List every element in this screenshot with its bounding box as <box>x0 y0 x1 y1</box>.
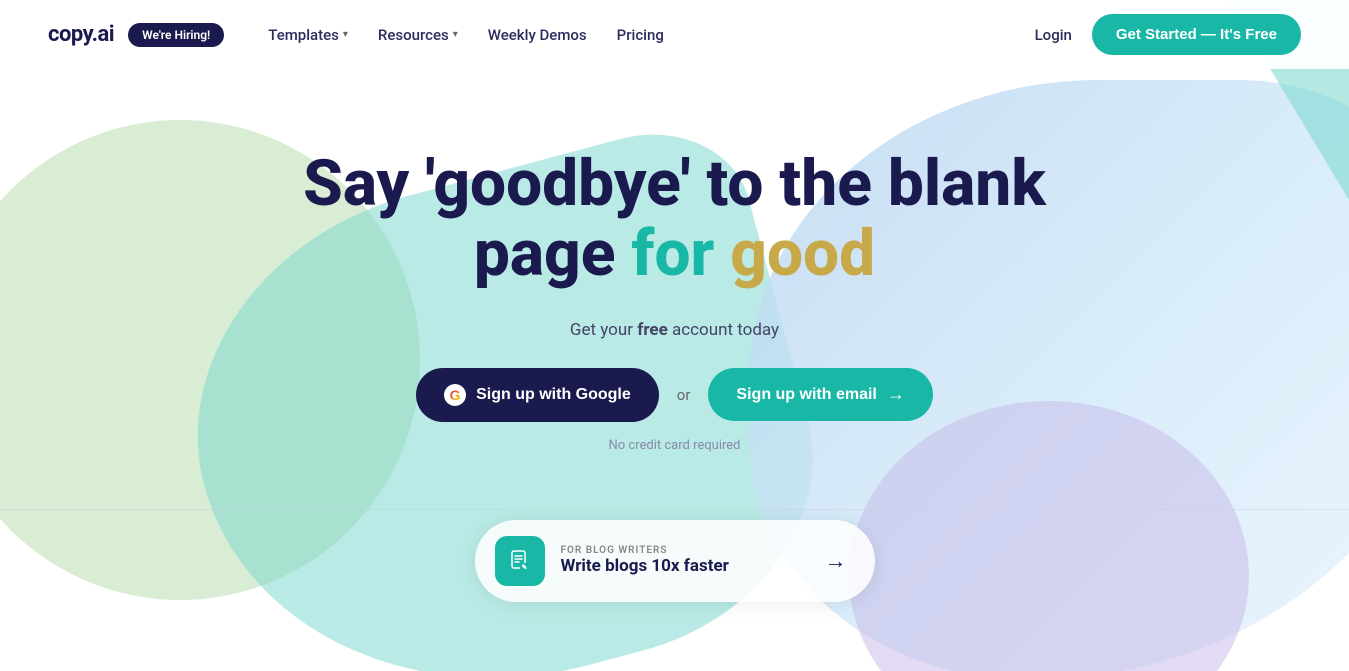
signup-email-button[interactable]: Sign up with email → <box>708 368 932 421</box>
subtitle-prefix: Get your <box>570 320 637 340</box>
blog-card-icon: ✎ <box>495 536 545 586</box>
nav-item-resources[interactable]: Resources ▾ <box>366 18 470 52</box>
document-icon: ✎ <box>508 549 532 573</box>
get-started-button[interactable]: Get Started — It's Free <box>1092 14 1301 55</box>
hero-buttons: G Sign up with Google or Sign up with em… <box>416 368 933 422</box>
nav-item-weekly-demos[interactable]: Weekly Demos <box>476 18 599 52</box>
google-icon: G <box>444 384 466 406</box>
templates-chevron-icon: ▾ <box>343 29 348 40</box>
nav-right: Login Get Started — It's Free <box>1035 14 1301 55</box>
svg-text:✎: ✎ <box>521 563 527 571</box>
hero-title-line1: Say 'goodbye' to the blank <box>303 146 1046 221</box>
login-link[interactable]: Login <box>1035 26 1072 44</box>
signup-google-label: Sign up with Google <box>476 386 631 404</box>
arrow-right-icon: → <box>887 384 905 405</box>
signup-google-button[interactable]: G Sign up with Google <box>416 368 659 422</box>
pricing-label: Pricing <box>617 26 664 44</box>
hero-title: Say 'goodbye' to the blank page for good <box>303 149 1046 290</box>
hero-title-line2-prefix: page <box>474 216 632 291</box>
brand-logo[interactable]: copy.ai <box>48 22 114 47</box>
section-divider <box>0 509 1349 510</box>
hero-title-good: good <box>730 216 875 291</box>
hero-section: Say 'goodbye' to the blank page for good… <box>0 69 1349 602</box>
subtitle-suffix: account today <box>668 320 779 340</box>
or-divider: or <box>677 386 691 404</box>
blog-card-text: FOR BLOG WRITERS Write blogs 10x faster <box>561 545 809 576</box>
signup-email-label: Sign up with email <box>736 386 876 404</box>
blog-card-label: FOR BLOG WRITERS <box>561 545 809 556</box>
blog-card-arrow-icon: → <box>825 548 847 574</box>
no-credit-text: No credit card required <box>609 438 741 453</box>
hero-subtitle: Get your free account today <box>570 320 779 340</box>
weekly-demos-label: Weekly Demos <box>488 26 587 44</box>
templates-label: Templates <box>268 26 339 44</box>
hiring-badge[interactable]: We're Hiring! <box>128 23 224 47</box>
blog-card[interactable]: ✎ FOR BLOG WRITERS Write blogs 10x faste… <box>475 520 875 602</box>
resources-label: Resources <box>378 26 449 44</box>
nav-links: Templates ▾ Resources ▾ Weekly Demos Pri… <box>256 18 1034 52</box>
resources-chevron-icon: ▾ <box>453 29 458 40</box>
nav-item-templates[interactable]: Templates ▾ <box>256 18 360 52</box>
navbar: copy.ai We're Hiring! Templates ▾ Resour… <box>0 0 1349 69</box>
nav-item-pricing[interactable]: Pricing <box>605 18 676 52</box>
hero-title-for: for <box>631 216 730 291</box>
blog-card-title: Write blogs 10x faster <box>561 556 809 576</box>
google-g-letter: G <box>450 387 461 403</box>
subtitle-bold: free <box>637 320 668 340</box>
